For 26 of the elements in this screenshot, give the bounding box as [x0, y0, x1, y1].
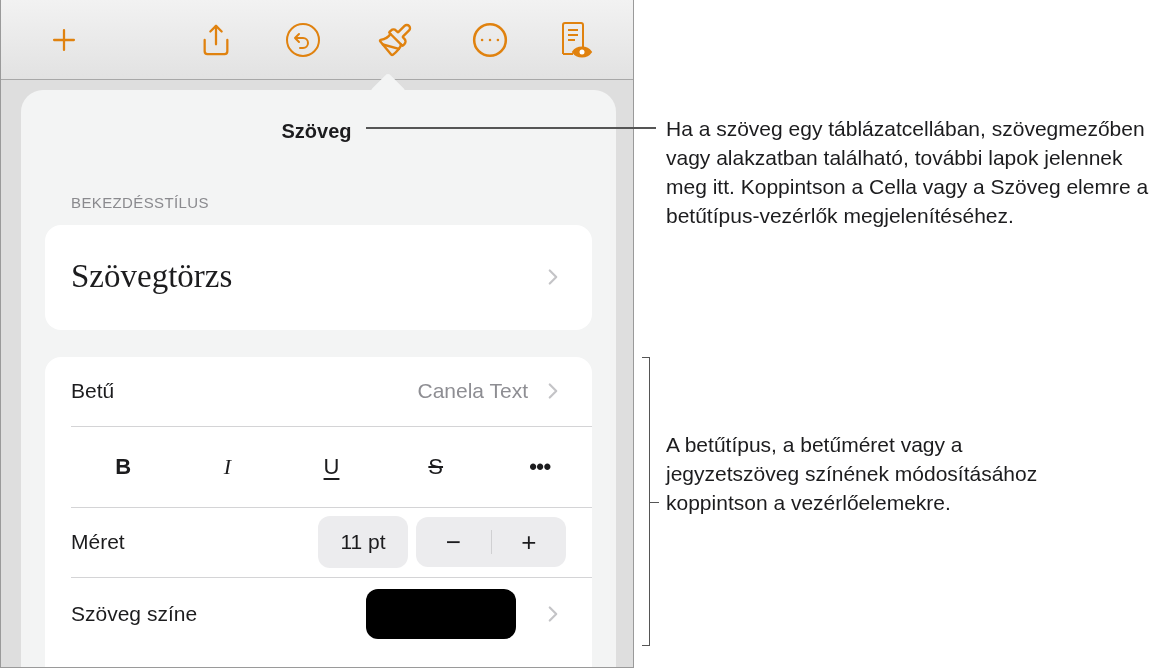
format-button[interactable]: I: [175, 450, 280, 483]
more-icon[interactable]: [471, 20, 509, 59]
leader-line: [650, 502, 659, 503]
font-row[interactable]: Betű Canela Text: [71, 356, 592, 427]
font-label: Betű: [71, 378, 115, 405]
format-button[interactable]: B: [71, 450, 176, 483]
paragraph-style-name: Szövegtörzs: [71, 257, 233, 297]
decrease-button[interactable]: −: [416, 530, 492, 554]
size-label: Méret: [71, 529, 125, 556]
increase-button[interactable]: +: [491, 530, 566, 554]
color-swatch[interactable]: [366, 588, 516, 639]
paintbrush-icon[interactable]: [377, 21, 413, 58]
format-button[interactable]: S: [383, 450, 488, 483]
callout-text: Ha a szöveg egy táblázatcellában, szövegmezőben vagy alakzatban található, további lapok jelennek meg itt. Koppintson a Cella vagy a Szöveg elemre a betűtípus-vezérlők megjelenítéséhez.: [666, 116, 1150, 229]
format-button[interactable]: •••: [487, 450, 592, 483]
section-heading: BEKEZDÉSSTÍLUS: [71, 193, 210, 213]
document-eye-icon[interactable]: [559, 19, 593, 60]
paragraph-style-row[interactable]: Szövegtörzs: [45, 224, 592, 330]
size-value[interactable]: 11 pt: [318, 516, 408, 568]
font-value: Canela Text: [417, 378, 528, 405]
callout-text: A betűtípus, a betűméret vagy a jegyzetszöveg színének módosításához koppintson a vezérlőelemekre.: [666, 432, 1039, 516]
undo-icon[interactable]: [285, 21, 321, 58]
panel-title: Szöveg: [281, 119, 352, 144]
text-color-label: Szöveg színe: [71, 600, 198, 627]
format-button[interactable]: U: [279, 450, 384, 483]
text-color-row[interactable]: Szöveg színe: [71, 577, 592, 650]
